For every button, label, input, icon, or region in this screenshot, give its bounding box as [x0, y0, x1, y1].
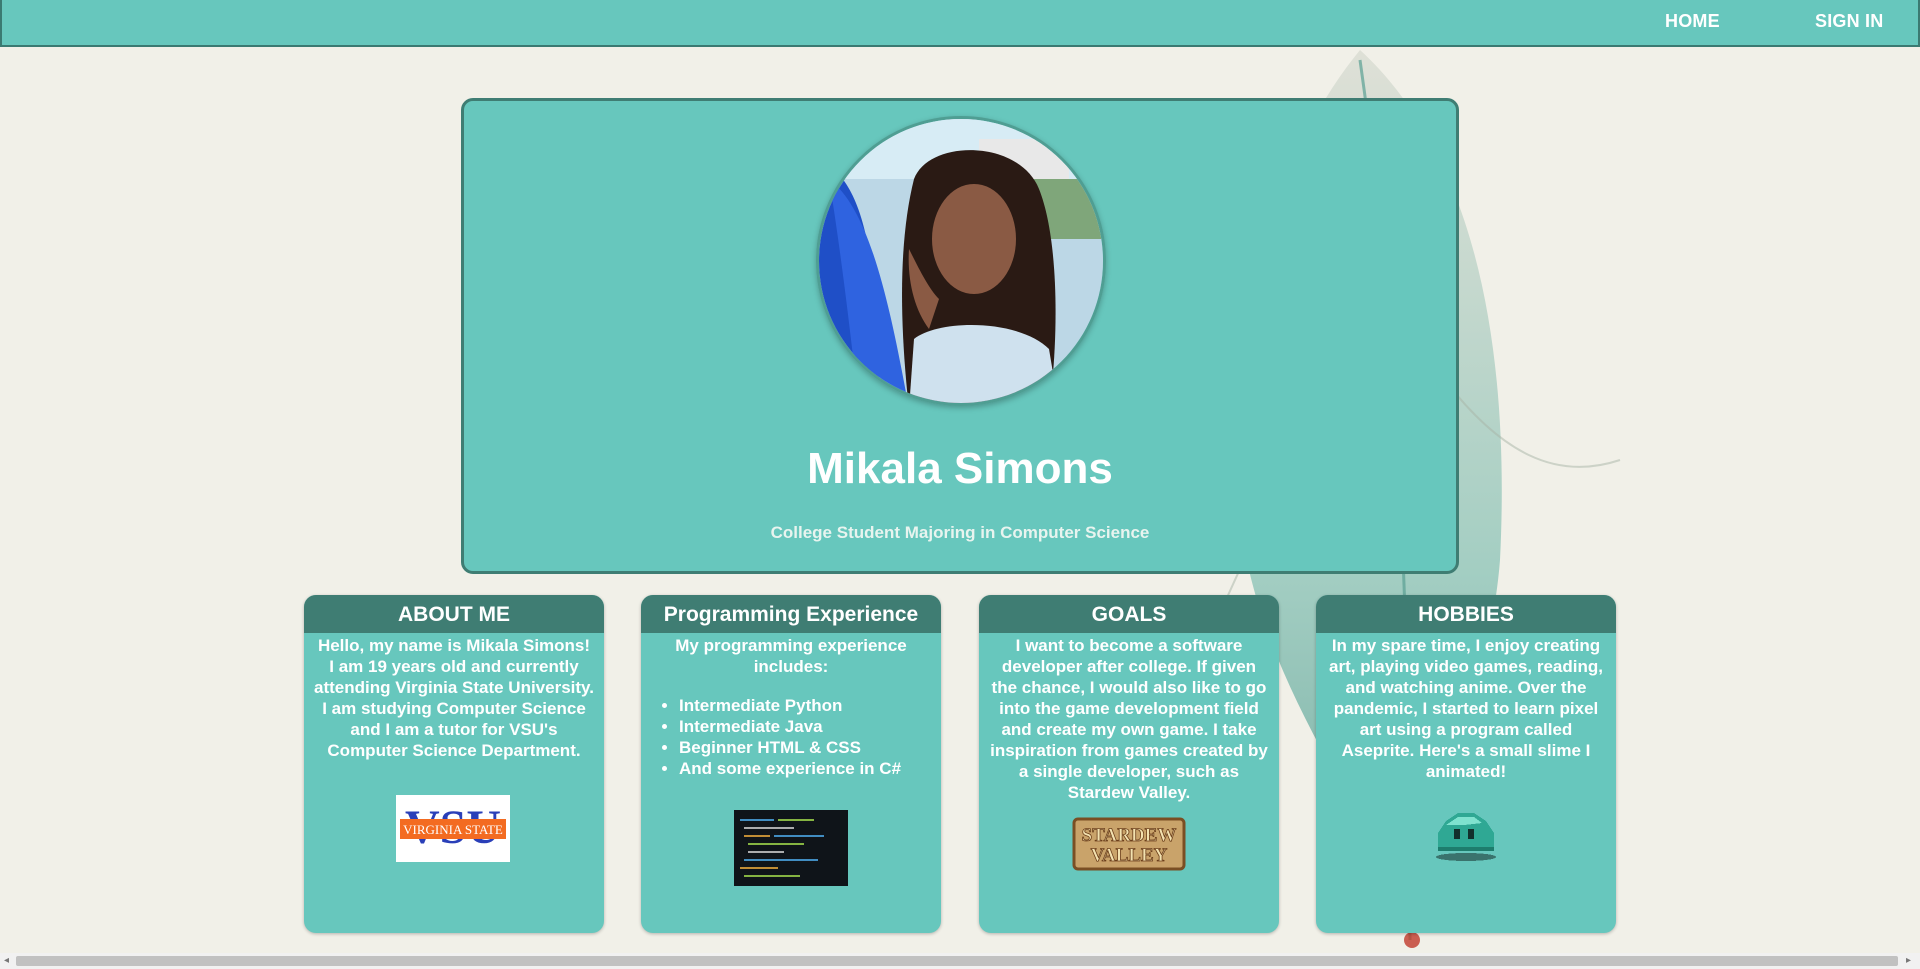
list-item: And some experience in C#	[679, 758, 931, 779]
vsu-logo-image: VSU VIRGINIA STATE	[396, 795, 510, 862]
card-text: Hello, my name is Mikala Simons! I am 19…	[314, 636, 594, 760]
nav-home-link[interactable]: HOME	[1665, 11, 1720, 32]
scroll-left-arrow-icon[interactable]: ◂	[4, 955, 9, 966]
scroll-right-arrow-icon[interactable]: ▸	[1906, 955, 1911, 966]
card-title: GOALS	[979, 595, 1279, 633]
horizontal-scrollbar[interactable]: ◂ ▸	[0, 953, 1920, 969]
stardew-valley-logo-image: STARDEW VALLEY	[1072, 817, 1186, 871]
nav-sign-in-link[interactable]: SIGN IN	[1815, 11, 1883, 32]
card-title: ABOUT ME	[304, 595, 604, 633]
card-content: My programming experience includes: Inte…	[641, 633, 941, 779]
profile-hero-card: Mikala Simons College Student Majoring i…	[461, 98, 1459, 574]
card-text: I want to become a software developer af…	[990, 636, 1268, 802]
stardew-logo-line2: VALLEY	[1091, 845, 1168, 866]
vsu-logo-banner: VIRGINIA STATE	[403, 822, 503, 837]
stardew-logo-line1: STARDEW	[1082, 825, 1177, 846]
pixel-slime-image	[1424, 803, 1508, 863]
scrollbar-thumb[interactable]	[16, 956, 1898, 966]
programming-experience-card: Programming Experience My programming ex…	[641, 595, 941, 933]
code-screenshot-image	[734, 810, 848, 886]
card-title: Programming Experience	[641, 595, 941, 633]
card-text: In my spare time, I enjoy creating art, …	[1329, 636, 1603, 781]
top-navbar: HOME SIGN IN	[0, 0, 1920, 47]
profile-name: Mikala Simons	[807, 444, 1113, 493]
goals-card: GOALS I want to become a software develo…	[979, 595, 1279, 933]
list-item: Intermediate Java	[679, 716, 931, 737]
profile-subtitle: College Student Majoring in Computer Sci…	[770, 523, 1150, 542]
hobbies-card: HOBBIES In my spare time, I enjoy creati…	[1316, 595, 1616, 933]
list-item: Intermediate Python	[679, 695, 931, 716]
profile-avatar	[816, 116, 1106, 406]
card-text: My programming experience includes:	[675, 636, 907, 676]
card-title: HOBBIES	[1316, 595, 1616, 633]
list-item: Beginner HTML & CSS	[679, 737, 931, 758]
programming-list: Intermediate Python Intermediate Java Be…	[679, 695, 931, 779]
about-me-card: ABOUT ME Hello, my name is Mikala Simons…	[304, 595, 604, 933]
